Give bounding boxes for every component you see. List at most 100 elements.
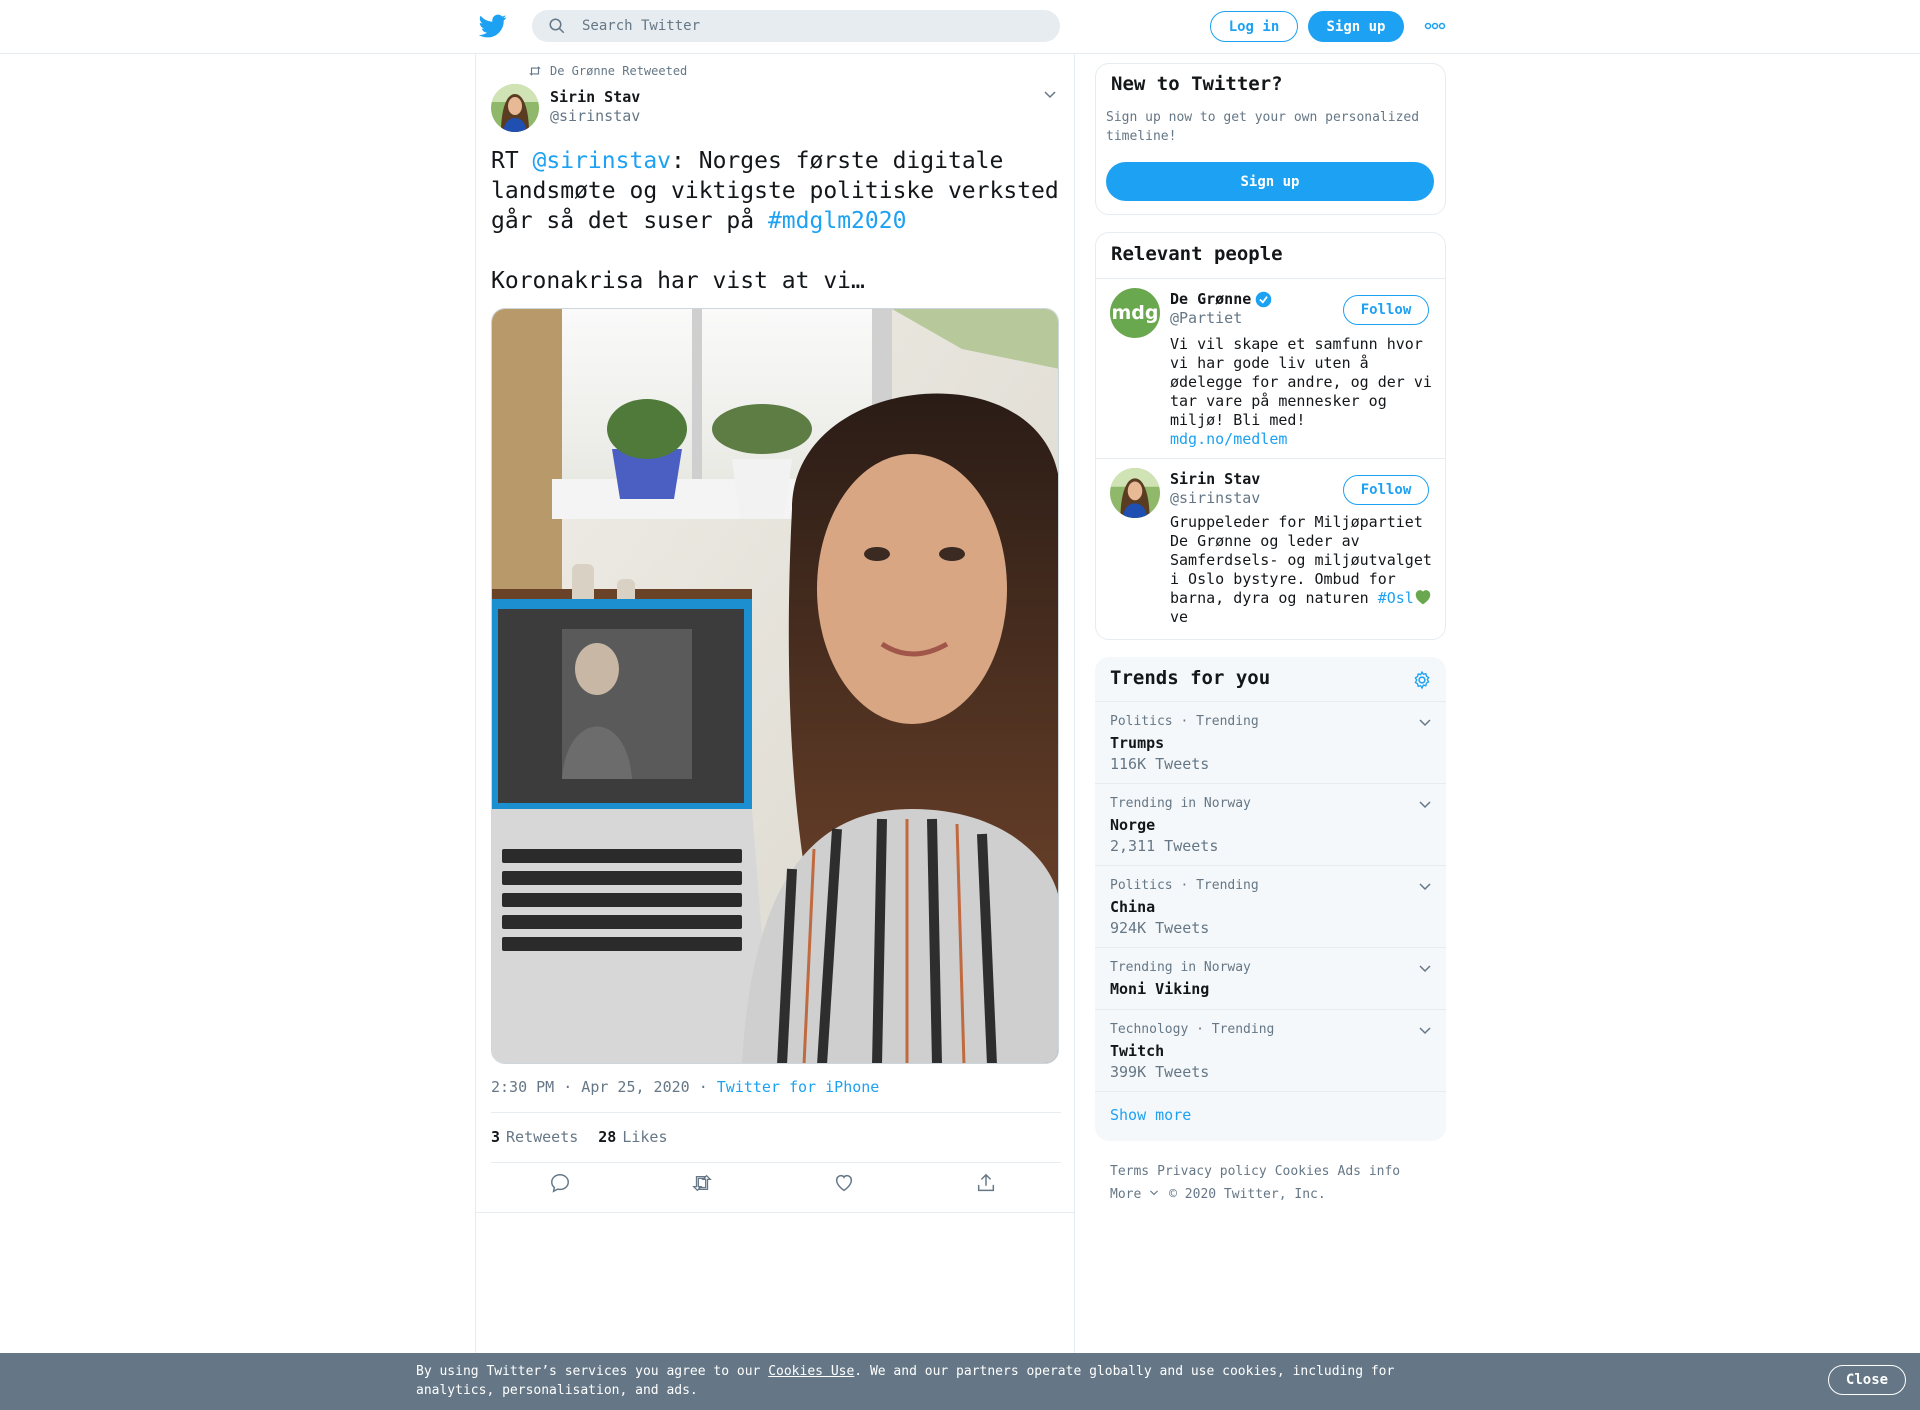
person-handle[interactable]: @Partiet bbox=[1170, 309, 1242, 327]
trend-item[interactable]: Technology · Trending Twitch 399K Tweets bbox=[1095, 1009, 1446, 1091]
more-label: More bbox=[1110, 1187, 1142, 1202]
person-handle[interactable]: @sirinstav bbox=[1170, 489, 1260, 507]
card-title: New to Twitter? bbox=[1111, 73, 1283, 95]
show-more-link[interactable]: Show more bbox=[1110, 1106, 1191, 1124]
signup-button[interactable]: Sign up bbox=[1308, 11, 1404, 42]
signup-card-button[interactable]: Sign up bbox=[1106, 162, 1434, 201]
search-icon bbox=[549, 18, 565, 34]
reply-icon[interactable] bbox=[549, 1172, 571, 1194]
card-description: Sign up now to get your own personalized… bbox=[1106, 110, 1420, 144]
tweet-meta: 2:30 PM · Apr 25, 2020 · Twitter for iPh… bbox=[491, 1078, 879, 1096]
retweets-count: 3 bbox=[491, 1128, 501, 1146]
likes-label: Likes bbox=[622, 1128, 668, 1146]
tweet-column: De Grønne Retweeted Sirin Stav @sirinsta… bbox=[475, 54, 1075, 1354]
login-button[interactable]: Log in bbox=[1210, 11, 1298, 42]
person-bio-text-end: ve bbox=[1170, 608, 1189, 626]
green-heart-icon bbox=[1415, 590, 1431, 605]
top-header: Log in Sign up bbox=[0, 0, 1920, 54]
tweet-source-link[interactable]: Twitter for iPhone bbox=[717, 1078, 880, 1096]
author-avatar[interactable] bbox=[491, 84, 539, 132]
chevron-down-icon[interactable] bbox=[1418, 880, 1432, 894]
show-more-row[interactable]: Show more bbox=[1095, 1091, 1446, 1141]
tweet-text-prefix: RT bbox=[491, 148, 533, 174]
trend-item[interactable]: Politics · Trending China 924K Tweets bbox=[1095, 865, 1446, 947]
relevant-people-card: Relevant people mdg De Grønne @Partiet F… bbox=[1095, 232, 1446, 640]
mention-link[interactable]: @sirinstav bbox=[533, 148, 671, 174]
trend-count: 116K Tweets bbox=[1110, 755, 1210, 773]
person-name-text: De Grønne bbox=[1170, 290, 1252, 308]
close-button[interactable]: Close bbox=[1828, 1365, 1906, 1395]
divider bbox=[476, 1212, 1074, 1213]
copyright: © 2020 Twitter, Inc. bbox=[1169, 1187, 1326, 1202]
privacy-link[interactable]: Privacy policy bbox=[1157, 1164, 1267, 1179]
tweet-stats: 3 Retweets 28 Likes bbox=[491, 1128, 668, 1146]
retweets-stat[interactable]: 3 Retweets bbox=[491, 1128, 578, 1146]
like-heart-icon[interactable] bbox=[833, 1172, 855, 1194]
likes-stat[interactable]: 28 Likes bbox=[598, 1128, 667, 1146]
person-bio-text: Vi vil skape et samfunn hvor vi har gode… bbox=[1170, 335, 1432, 429]
bio-link[interactable]: mdg.no/medlem bbox=[1170, 430, 1287, 448]
chevron-down-icon[interactable] bbox=[1418, 962, 1432, 976]
trend-item[interactable]: Politics · Trending Trumps 116K Tweets bbox=[1095, 701, 1446, 783]
follow-button[interactable]: Follow bbox=[1343, 475, 1429, 505]
settings-gear-icon[interactable] bbox=[1412, 670, 1432, 690]
trend-context: Politics · Trending bbox=[1110, 714, 1259, 729]
retweet-icon bbox=[529, 66, 541, 76]
new-to-twitter-card: New to Twitter? Sign up now to get your … bbox=[1095, 63, 1446, 215]
avatar[interactable] bbox=[1110, 468, 1160, 518]
likes-count: 28 bbox=[598, 1128, 617, 1146]
trend-context: Trending in Norway bbox=[1110, 960, 1251, 975]
meta-separator: · bbox=[689, 1078, 717, 1096]
trend-name: Trumps bbox=[1110, 734, 1165, 752]
cookies-link[interactable]: Cookies bbox=[1275, 1164, 1330, 1179]
terms-link[interactable]: Terms bbox=[1110, 1164, 1149, 1179]
cookie-text-pre: By using Twitter’s services you agree to… bbox=[416, 1364, 769, 1379]
author-handle[interactable]: @sirinstav bbox=[550, 107, 640, 125]
cookies-use-link[interactable]: Cookies Use bbox=[768, 1364, 854, 1379]
person-item[interactable]: mdg De Grønne @Partiet Follow Vi vil ska… bbox=[1096, 278, 1445, 458]
trend-count: 2,311 Tweets bbox=[1110, 837, 1219, 855]
ads-info-link[interactable]: Ads info bbox=[1338, 1164, 1401, 1179]
retweet-icon[interactable] bbox=[691, 1172, 713, 1194]
author-name[interactable]: Sirin Stav bbox=[550, 88, 640, 106]
card-title: Trends for you bbox=[1110, 667, 1271, 689]
trends-card: Trends for you Politics · Trending Trump… bbox=[1095, 657, 1446, 1141]
footer-links: Terms Privacy policy Cookies Ads info More … bbox=[1110, 1160, 1440, 1206]
chevron-down-icon[interactable] bbox=[1043, 88, 1057, 102]
trend-context: Technology · Trending bbox=[1110, 1022, 1275, 1037]
tweet-photo[interactable] bbox=[491, 308, 1059, 1064]
divider bbox=[491, 1162, 1061, 1163]
chevron-down-icon[interactable] bbox=[1418, 798, 1432, 812]
search-bar[interactable] bbox=[532, 10, 1060, 42]
bio-hashtag-link[interactable]: #Osl bbox=[1378, 589, 1414, 607]
chevron-down-icon[interactable] bbox=[1418, 716, 1432, 730]
more-link[interactable]: More bbox=[1110, 1187, 1159, 1202]
person-item[interactable]: Sirin Stav @sirinstav Follow Gruppeleder… bbox=[1096, 458, 1445, 639]
retweet-context: De Grønne Retweeted bbox=[528, 64, 687, 78]
twitter-bird-icon[interactable] bbox=[478, 12, 508, 40]
trend-item[interactable]: Trending in Norway Moni Viking bbox=[1095, 947, 1446, 1009]
chevron-down-icon bbox=[1150, 1190, 1159, 1196]
share-icon[interactable] bbox=[975, 1172, 997, 1194]
cookie-consent-bar: By using Twitter’s services you agree to… bbox=[0, 1353, 1920, 1410]
trend-count: 399K Tweets bbox=[1110, 1063, 1210, 1081]
retweeted-by-label[interactable]: De Grønne Retweeted bbox=[550, 64, 687, 78]
tweet-timestamp[interactable]: 2:30 PM · Apr 25, 2020 bbox=[491, 1078, 690, 1096]
more-options-icon[interactable] bbox=[1424, 18, 1446, 34]
person-name[interactable]: De Grønne bbox=[1170, 290, 1272, 308]
mdg-logo: mdg bbox=[1111, 302, 1159, 324]
trend-item[interactable]: Trending in Norway Norge 2,311 Tweets bbox=[1095, 783, 1446, 865]
verified-badge-icon bbox=[1255, 291, 1272, 307]
divider bbox=[491, 1112, 1061, 1113]
follow-button[interactable]: Follow bbox=[1343, 295, 1429, 325]
chevron-down-icon[interactable] bbox=[1418, 1024, 1432, 1038]
trend-context: Trending in Norway bbox=[1110, 796, 1251, 811]
person-name[interactable]: Sirin Stav bbox=[1170, 470, 1260, 488]
trend-count: 924K Tweets bbox=[1110, 919, 1210, 937]
card-title: Relevant people bbox=[1111, 243, 1283, 265]
trend-name: China bbox=[1110, 898, 1156, 916]
avatar[interactable]: mdg bbox=[1110, 288, 1160, 338]
search-input[interactable] bbox=[582, 18, 1022, 34]
trend-name: Twitch bbox=[1110, 1042, 1165, 1060]
hashtag-link[interactable]: #mdglm2020 bbox=[768, 208, 906, 234]
